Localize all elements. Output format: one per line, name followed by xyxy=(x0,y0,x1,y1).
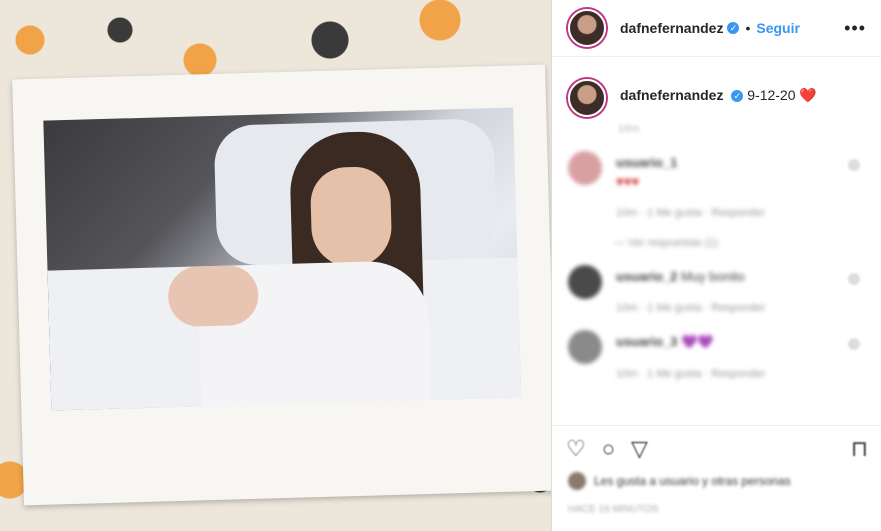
caption-time[interactable]: 16m xyxy=(618,123,881,135)
comment-like-icon[interactable] xyxy=(848,273,860,285)
comment-avatar[interactable] xyxy=(568,265,602,299)
heart-emoji: ❤️ xyxy=(799,87,817,103)
polaroid-picture xyxy=(43,107,522,411)
comment-text: ♥♥♥ xyxy=(616,174,640,189)
comment-like-icon[interactable] xyxy=(848,159,860,171)
save-icon[interactable]: ⊓ xyxy=(851,436,868,462)
comment-meta[interactable]: 10m · 1 Me gusta · Responder xyxy=(616,368,866,380)
caption-text: dafnefernandez ✓ 9-12-20 ❤️ xyxy=(620,79,817,117)
post-actions: ♡ ○ ▽ ⊓ Les gusta a usuario y otras pers… xyxy=(552,425,881,515)
caption-body: 9-12-20 xyxy=(747,87,796,103)
comment-icon[interactable]: ○ xyxy=(602,436,615,462)
username[interactable]: dafnefernandez xyxy=(620,20,723,36)
comment-user[interactable]: usuario_1 xyxy=(616,155,677,170)
comment-text: 💜💜 xyxy=(681,334,714,349)
comment-user[interactable]: usuario_3 xyxy=(616,334,677,349)
comment: usuario_1 ♥♥♥ 10m · 1 Me gusta · Respond… xyxy=(552,135,881,219)
comment: usuario_3 💜💜 10m · 1 Me gusta · Responde… xyxy=(552,314,881,380)
comment-avatar[interactable] xyxy=(568,151,602,185)
follow-button[interactable]: Seguir xyxy=(756,20,800,36)
polaroid-frame xyxy=(12,64,551,506)
comment-meta[interactable]: 10m · 1 Me gusta · Responder xyxy=(616,207,866,219)
likes-summary[interactable]: Les gusta a usuario y otras personas xyxy=(552,472,881,490)
post-header: dafnefernandez ✓ • Seguir ••• xyxy=(552,0,881,57)
post-date[interactable]: HACE 16 MINUTOS xyxy=(552,490,881,515)
likes-avatar xyxy=(568,472,586,490)
caption-verified-icon: ✓ xyxy=(731,90,744,103)
likes-text[interactable]: Les gusta a usuario y otras personas xyxy=(594,474,791,488)
comments-list[interactable]: dafnefernandez ✓ 9-12-20 ❤️ 16m usuario_… xyxy=(552,57,881,425)
comment-avatar[interactable] xyxy=(568,330,602,364)
comment: usuario_2 Muy bonito 10m · 1 Me gusta · … xyxy=(552,249,881,314)
caption-username[interactable]: dafnefernandez xyxy=(620,87,723,103)
comment-user[interactable]: usuario_2 xyxy=(616,269,677,284)
comment-meta[interactable]: 10m · 1 Me gusta · Responder xyxy=(616,302,866,314)
avatar[interactable] xyxy=(568,9,606,47)
view-replies-link[interactable]: — Ver respuestas (1) xyxy=(614,237,881,249)
separator-dot: • xyxy=(745,20,751,36)
mother-face xyxy=(309,166,393,269)
comment-text: Muy bonito xyxy=(681,269,745,284)
share-icon[interactable]: ▽ xyxy=(631,436,648,462)
like-icon[interactable]: ♡ xyxy=(566,436,586,462)
post-sidebar: dafnefernandez ✓ • Seguir ••• dafneferna… xyxy=(551,0,881,531)
comment-like-icon[interactable] xyxy=(848,338,860,350)
caption-avatar[interactable] xyxy=(568,79,606,117)
baby xyxy=(167,264,260,328)
verified-icon: ✓ xyxy=(727,22,740,34)
caption: dafnefernandez ✓ 9-12-20 ❤️ xyxy=(552,57,881,117)
post-photo xyxy=(0,0,551,531)
more-options-icon[interactable]: ••• xyxy=(844,18,866,39)
